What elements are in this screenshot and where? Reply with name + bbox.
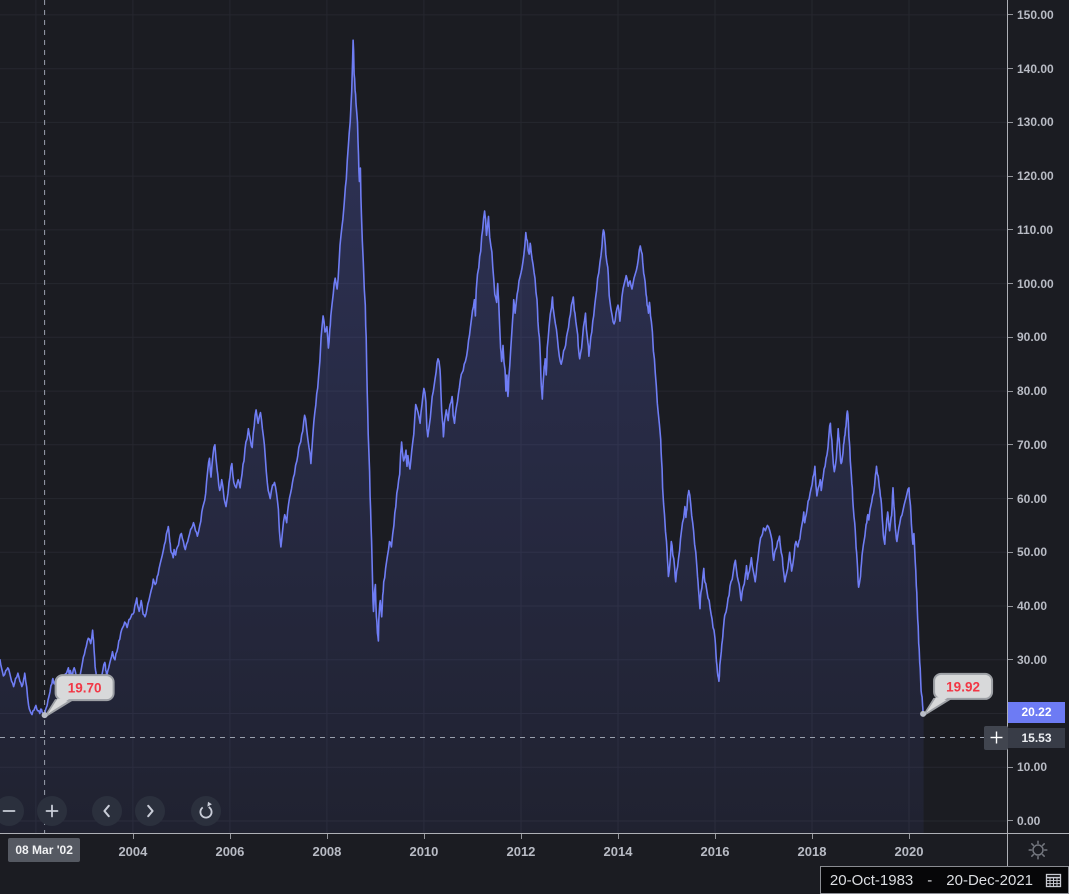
price-tick — [1008, 659, 1013, 660]
year-tick-label: 2008 — [312, 844, 341, 859]
price-tick — [1008, 14, 1013, 15]
year-tick-label: 2016 — [701, 844, 730, 859]
price-tick-label: 130.00 — [1017, 114, 1054, 130]
year-tick — [618, 834, 619, 839]
year-tick-label: 2006 — [215, 844, 244, 859]
chevron-right-icon — [140, 801, 160, 821]
price-tick — [1008, 444, 1013, 445]
price-tick — [1008, 606, 1013, 607]
zoom-in-button[interactable] — [37, 796, 67, 826]
trading-chart-app: { "chart_data": { "type": "area", "title… — [0, 0, 1069, 894]
year-tick-label: 2018 — [798, 844, 827, 859]
pan-right-button[interactable] — [135, 796, 165, 826]
range-from-date: 20-Oct-1983 — [830, 872, 913, 889]
price-tick-label: 90.00 — [1017, 329, 1047, 345]
year-tick-label: 2014 — [604, 844, 633, 859]
crosshair-plus-button[interactable] — [984, 726, 1008, 750]
price-tick-label: 150.00 — [1017, 7, 1054, 23]
price-series — [0, 40, 924, 833]
year-tick-label: 2004 — [118, 844, 147, 859]
year-tick — [909, 834, 910, 839]
last-price-chip: 20.22 — [1008, 702, 1065, 723]
price-tick-label: 140.00 — [1017, 61, 1054, 77]
range-separator: - — [927, 872, 932, 889]
range-to-date: 20-Dec-2021 — [946, 872, 1033, 889]
callout-value: 19.70 — [68, 681, 102, 696]
price-chart-svg: 19.70 19.92 — [0, 0, 1007, 833]
price-axis[interactable]: 20.22 15.53 150.00 140.00 130.00 120.00 110.… — [1007, 0, 1069, 833]
year-tick-label: 2020 — [895, 844, 924, 859]
price-tick — [1008, 337, 1013, 338]
year-tick — [812, 834, 813, 839]
price-tick — [1008, 283, 1013, 284]
price-area — [0, 40, 924, 833]
price-tick-label: 50.00 — [1017, 544, 1047, 560]
price-tick — [1008, 391, 1013, 392]
chevron-left-icon — [97, 801, 117, 821]
price-tick — [1008, 122, 1013, 123]
year-tick — [230, 834, 231, 839]
date-range-selector[interactable]: 20-Oct-1983 - 20-Dec-2021 — [820, 866, 1069, 894]
reset-view-button[interactable] — [191, 796, 221, 826]
price-tick-label: 120.00 — [1017, 168, 1054, 184]
price-tick — [1008, 68, 1013, 69]
price-tick — [1008, 229, 1013, 230]
chart-plot-area[interactable]: 19.70 19.92 — [0, 0, 1007, 833]
year-tick — [327, 834, 328, 839]
reset-arrow-icon — [196, 801, 216, 821]
price-tick — [1008, 820, 1013, 821]
year-tick — [521, 834, 522, 839]
price-tick — [1008, 552, 1013, 553]
crosshair-date-chip: 08 Mar '02 — [8, 838, 80, 862]
price-tick — [1008, 767, 1013, 768]
crosshair-price-chip: 15.53 — [1008, 728, 1065, 748]
sun-icon — [1027, 839, 1049, 861]
minus-icon — [0, 801, 19, 821]
price-tick-label: 110.00 — [1017, 222, 1053, 238]
callout-anchor-dot — [920, 711, 926, 717]
price-tick — [1008, 176, 1013, 177]
low-price-callout: 19.92 — [920, 674, 992, 717]
price-tick-label: 10.00 — [1017, 759, 1047, 775]
price-tick-label: 100.00 — [1017, 276, 1054, 292]
callout-value: 19.92 — [946, 679, 980, 694]
calendar-icon[interactable] — [1045, 872, 1062, 888]
price-tick-label: 40.00 — [1017, 598, 1047, 614]
year-tick — [133, 834, 134, 839]
price-tick — [1008, 498, 1013, 499]
price-tick-label: 30.00 — [1017, 652, 1047, 668]
plus-icon — [42, 801, 62, 821]
pan-left-button[interactable] — [92, 796, 122, 826]
year-tick-label: 2010 — [409, 844, 438, 859]
price-tick-label: 80.00 — [1017, 383, 1047, 399]
year-tick — [424, 834, 425, 839]
year-tick-label: 2012 — [506, 844, 535, 859]
price-tick-label: 0.00 — [1017, 813, 1040, 829]
theme-toggle-button[interactable] — [1027, 839, 1049, 861]
plus-icon — [990, 731, 1003, 744]
year-tick — [715, 834, 716, 839]
callout-anchor-dot — [42, 712, 48, 718]
price-tick-label: 60.00 — [1017, 491, 1047, 507]
price-tick-label: 70.00 — [1017, 437, 1047, 453]
